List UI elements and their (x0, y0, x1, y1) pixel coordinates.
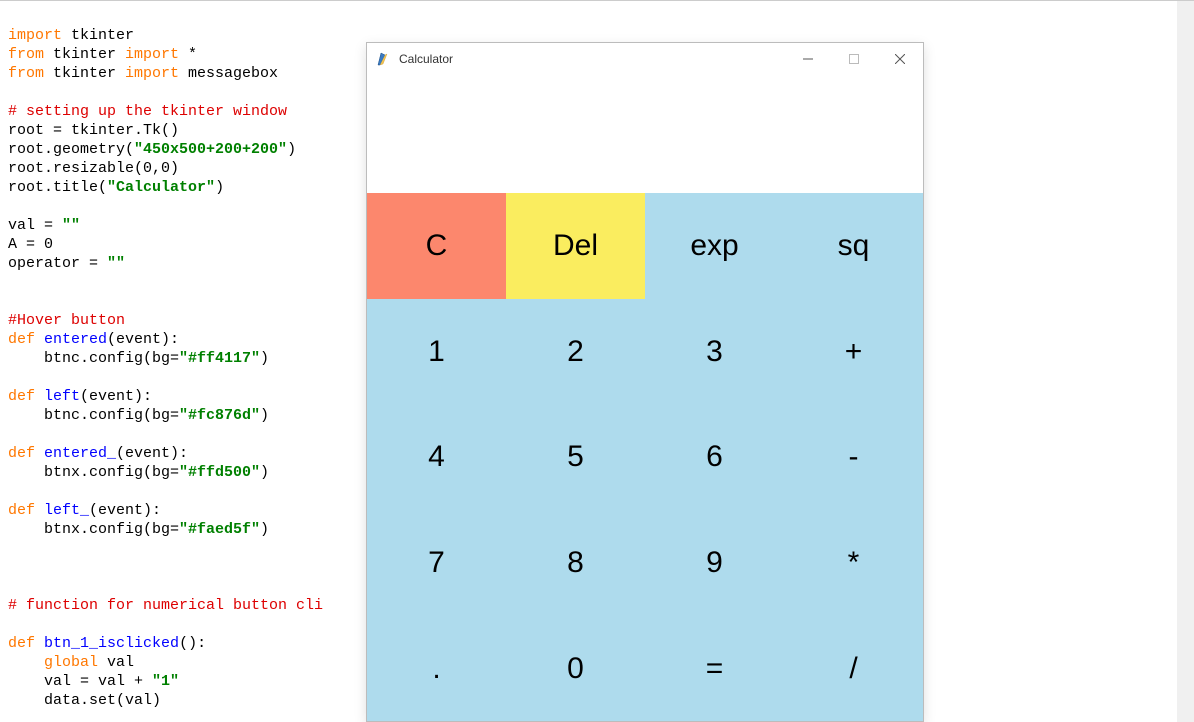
digit-1-button[interactable]: 1 (367, 299, 506, 405)
delete-button[interactable]: Del (506, 193, 645, 299)
calculator-display (367, 75, 923, 193)
minus-button[interactable]: - (784, 404, 923, 510)
equals-button[interactable]: = (645, 615, 784, 721)
digit-9-button[interactable]: 9 (645, 510, 784, 616)
close-button[interactable] (877, 43, 923, 75)
window-controls (785, 43, 923, 75)
decimal-button[interactable]: . (367, 615, 506, 721)
digit-3-button[interactable]: 3 (645, 299, 784, 405)
exponent-button[interactable]: exp (645, 193, 784, 299)
calculator-keypad: C Del exp sq 1 2 3 + 4 5 6 - 7 8 9 * . 0… (367, 193, 923, 721)
digit-4-button[interactable]: 4 (367, 404, 506, 510)
plus-button[interactable]: + (784, 299, 923, 405)
app-icon (375, 51, 391, 67)
titlebar[interactable]: Calculator (367, 43, 923, 75)
calculator-window: Calculator C Del exp sq 1 2 3 + 4 5 6 - … (366, 42, 924, 722)
square-button[interactable]: sq (784, 193, 923, 299)
multiply-button[interactable]: * (784, 510, 923, 616)
digit-2-button[interactable]: 2 (506, 299, 645, 405)
digit-5-button[interactable]: 5 (506, 404, 645, 510)
digit-6-button[interactable]: 6 (645, 404, 784, 510)
divide-button[interactable]: / (784, 615, 923, 721)
clear-button[interactable]: C (367, 193, 506, 299)
digit-8-button[interactable]: 8 (506, 510, 645, 616)
digit-7-button[interactable]: 7 (367, 510, 506, 616)
window-title: Calculator (399, 50, 453, 69)
minimize-button[interactable] (785, 43, 831, 75)
digit-0-button[interactable]: 0 (506, 615, 645, 721)
maximize-button[interactable] (831, 43, 877, 75)
editor-vertical-scrollbar[interactable] (1177, 1, 1194, 722)
